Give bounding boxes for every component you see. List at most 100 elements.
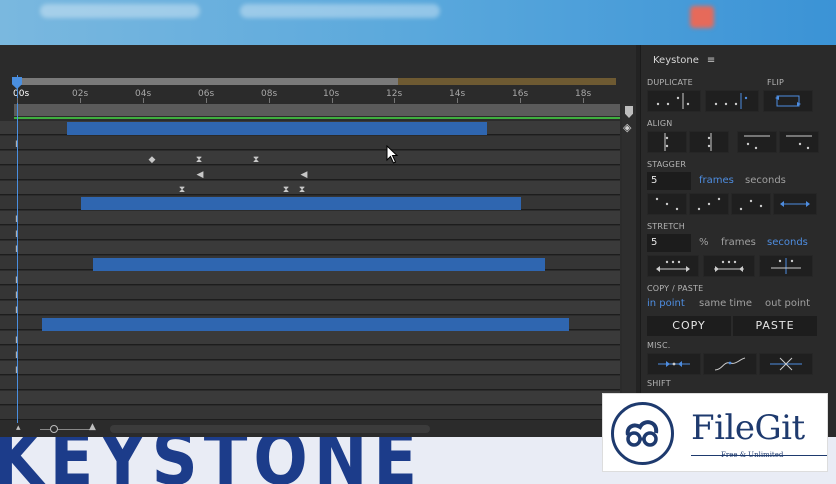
layer-row[interactable]: [0, 286, 620, 300]
layer-row[interactable]: [0, 181, 620, 195]
banner-blur: [240, 4, 440, 18]
tick-label: 06s: [198, 89, 215, 99]
layer-row[interactable]: [0, 211, 620, 225]
layer-bar[interactable]: [93, 258, 545, 271]
stagger-frames-option[interactable]: frames: [699, 175, 734, 186]
playhead-line[interactable]: [17, 75, 18, 425]
zoom-out-icon[interactable]: ▴: [16, 423, 21, 433]
duplicate-after-button[interactable]: [705, 90, 759, 112]
misc-converge-button[interactable]: [647, 353, 701, 375]
work-area-range[interactable]: [14, 78, 398, 85]
flip-button[interactable]: [763, 90, 813, 112]
keyframe-diamond[interactable]: ◆: [148, 156, 156, 165]
keyframe-nav-icon[interactable]: ◈: [623, 121, 631, 134]
paste-button[interactable]: PASTE: [733, 316, 817, 336]
out-point-option[interactable]: out point: [765, 298, 810, 309]
keyframe-half[interactable]: ◀: [300, 171, 308, 180]
duplicate-after-icon: [714, 93, 748, 109]
stretch-expand-button[interactable]: [647, 255, 699, 277]
layer-bar[interactable]: [67, 122, 487, 135]
layer-row[interactable]: [0, 136, 620, 150]
same-time-option[interactable]: same time: [699, 298, 752, 309]
keyframe-half[interactable]: ◀: [196, 171, 204, 180]
duplicate-before-button[interactable]: [647, 90, 701, 112]
tick-label: 04s: [135, 89, 152, 99]
layer-row[interactable]: [0, 391, 620, 405]
keyframe-hourglass[interactable]: ⧗: [195, 156, 203, 165]
stagger-spread-icon: [780, 201, 810, 207]
stagger-seconds-option[interactable]: seconds: [745, 175, 786, 186]
stagger-value-input[interactable]: 5: [647, 172, 691, 190]
layer-row[interactable]: [0, 376, 620, 390]
tick-label: 18s: [575, 89, 592, 99]
stretch-percent-option[interactable]: %: [699, 237, 709, 248]
stretch-shrink-button[interactable]: [703, 255, 755, 277]
zoom-slider[interactable]: [40, 429, 90, 430]
panel-title-text: Keystone: [653, 55, 699, 66]
stretch-frames-option[interactable]: frames: [721, 237, 756, 248]
layer-row[interactable]: [0, 331, 620, 345]
after-effects-window: 00s 02s 04s 06s 08s 10s 12s 14s 16s 18s …: [0, 45, 836, 437]
layer-row[interactable]: [0, 271, 620, 285]
layer-bar[interactable]: [81, 197, 521, 210]
keyframe-hourglass[interactable]: ⧗: [178, 186, 186, 195]
section-label-align: ALIGN: [647, 119, 673, 128]
tick-label: 10s: [323, 89, 340, 99]
hamburger-icon[interactable]: ≡: [707, 55, 715, 66]
stagger-spread-button[interactable]: [773, 193, 817, 215]
stretch-shrink-icon: [714, 260, 744, 272]
layer-row[interactable]: [0, 151, 620, 165]
keyframe-hourglass[interactable]: ⧗: [298, 186, 306, 195]
zoom-slider-knob[interactable]: [50, 425, 58, 433]
layer-row[interactable]: [0, 226, 620, 240]
align-in-icon: [664, 133, 669, 151]
stretch-expand-icon: [656, 260, 690, 272]
section-label-flip: FLIP: [767, 78, 785, 87]
section-label-stretch: STRETCH: [647, 222, 685, 231]
layer-row[interactable]: [0, 166, 620, 180]
tick-label: 08s: [261, 89, 278, 99]
stagger-down-icon: [655, 197, 679, 211]
stagger-down-button[interactable]: [647, 193, 687, 215]
align-end-button[interactable]: [779, 131, 819, 153]
vertical-scrollbar[interactable]: [622, 104, 636, 424]
tick-mark: [457, 98, 459, 103]
layer-row[interactable]: [0, 346, 620, 360]
zoom-in-icon[interactable]: ▲: [89, 422, 96, 432]
tick-mark: [520, 98, 522, 103]
stagger-random-icon: [739, 199, 763, 211]
stagger-up-button[interactable]: [689, 193, 729, 215]
layer-row[interactable]: [0, 406, 620, 420]
misc-remove-icon: [770, 357, 802, 371]
stretch-center-button[interactable]: [759, 255, 813, 277]
filegit-logo-icon: [611, 402, 674, 465]
work-area-bar[interactable]: [14, 78, 616, 85]
stagger-random-button[interactable]: [731, 193, 771, 215]
layer-row[interactable]: [0, 241, 620, 255]
top-banner: [0, 0, 836, 45]
align-start-button[interactable]: [737, 131, 777, 153]
section-label-stagger: STAGGER: [647, 160, 687, 169]
align-start-icon: [744, 135, 770, 150]
time-navigator-track[interactable]: [14, 104, 620, 116]
copy-button[interactable]: COPY: [647, 316, 731, 336]
align-in-button[interactable]: [647, 131, 687, 153]
layer-bar[interactable]: [42, 318, 569, 331]
layer-row[interactable]: [0, 361, 620, 375]
scroll-thumb[interactable]: [625, 106, 633, 118]
tick-label: 12s: [386, 89, 403, 99]
align-out-button[interactable]: [689, 131, 729, 153]
banner-blur: [40, 4, 200, 18]
duplicate-before-icon: [656, 93, 690, 109]
stretch-seconds-option[interactable]: seconds: [767, 237, 808, 248]
misc-ease-button[interactable]: [703, 353, 757, 375]
horizontal-scrollbar[interactable]: [110, 425, 430, 433]
banner-icon: [690, 6, 714, 28]
tick-mark: [142, 98, 144, 103]
stretch-value-input[interactable]: 5: [647, 234, 691, 252]
misc-remove-button[interactable]: [759, 353, 813, 375]
keyframe-hourglass[interactable]: ⧗: [252, 156, 260, 165]
keyframe-hourglass[interactable]: ⧗: [282, 186, 290, 195]
in-point-option[interactable]: in point: [647, 298, 685, 309]
layer-row[interactable]: [0, 301, 620, 315]
